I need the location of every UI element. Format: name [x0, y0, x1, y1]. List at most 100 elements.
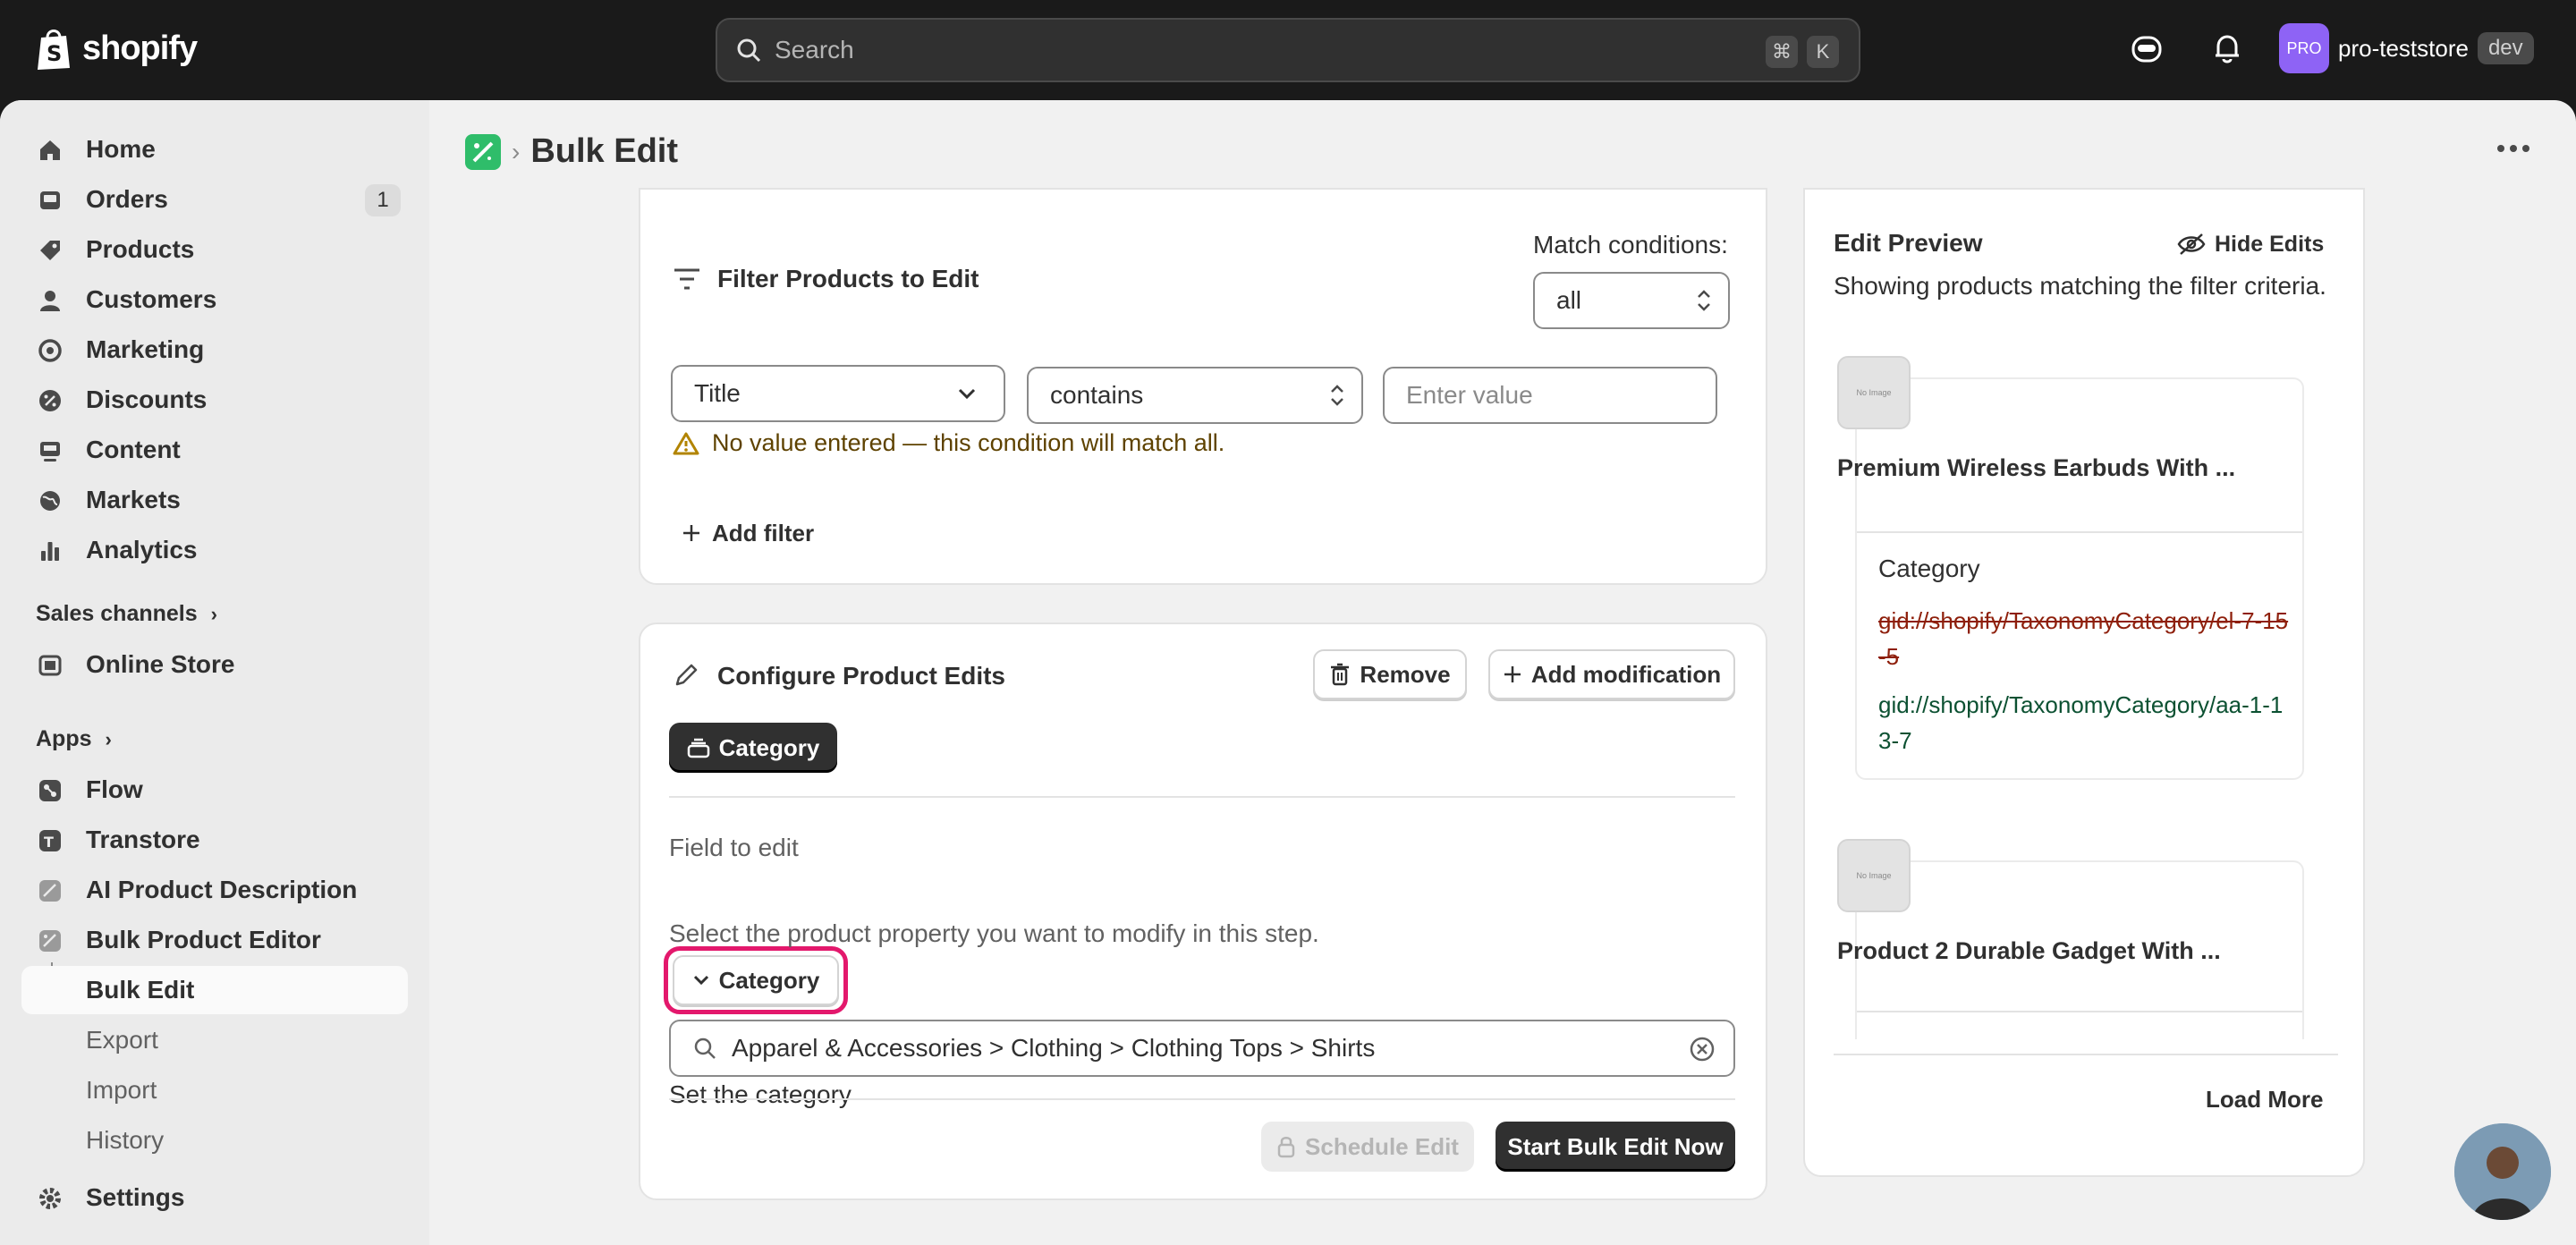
schedule-edit-button[interactable]: Schedule Edit [1261, 1122, 1474, 1172]
target-icon [38, 339, 62, 362]
start-bulk-edit-label: Start Bulk Edit Now [1507, 1132, 1724, 1160]
sidebar-item-bulk-product-editor[interactable]: Bulk Product Editor [21, 916, 408, 964]
sidebar-item-import[interactable]: Import [21, 1066, 408, 1114]
sidebar-item-online-store[interactable]: Online Store [21, 640, 408, 689]
category-step-tab[interactable]: Category [669, 723, 837, 773]
sidebar-item-transtore[interactable]: T Transtore [21, 816, 408, 864]
edit-preview-title: Edit Preview [1834, 229, 1983, 257]
search-bar[interactable]: Search ⌘ K [716, 18, 1860, 82]
store-name: pro-teststore [2338, 34, 2469, 62]
sidebar-item-markets[interactable]: Markets [21, 476, 408, 524]
hide-edits-label: Hide Edits [2215, 231, 2325, 257]
sidebar-item-customers[interactable]: Customers [21, 275, 408, 324]
chevron-right-icon: › [210, 603, 217, 625]
remove-label: Remove [1360, 660, 1451, 688]
search-icon [737, 38, 761, 63]
sidebar-item-products[interactable]: Products [21, 225, 408, 274]
warning-icon [673, 432, 699, 454]
sidebar-item-discounts[interactable]: Discounts [21, 376, 408, 424]
start-bulk-edit-button[interactable]: Start Bulk Edit Now [1496, 1122, 1735, 1172]
sidebar-item-settings[interactable]: Settings [21, 1173, 408, 1222]
orders-count-badge: 1 [365, 184, 401, 216]
ai-description-icon [39, 880, 61, 902]
sales-channels-heading[interactable]: Sales channels › [36, 601, 217, 627]
sidebar-item-export[interactable]: Export [21, 1016, 408, 1064]
apps-heading[interactable]: Apps › [36, 726, 112, 752]
search-placeholder: Search [775, 36, 854, 64]
old-value: gid://shopify/TaxonomyCategory/el-7-15-5 [1878, 607, 2289, 670]
chevron-down-icon [693, 975, 708, 986]
filter-card-title: Filter Products to Edit [717, 265, 979, 292]
bell-icon[interactable] [2209, 30, 2245, 66]
field-to-edit-value: Category [718, 966, 820, 994]
load-more-button[interactable]: Load More [2206, 1086, 2323, 1114]
sidebar-item-label: Analytics [86, 536, 198, 563]
sidebar-item-label: Markets [86, 486, 181, 513]
sidebar-item-label: Import [86, 1076, 157, 1104]
bulk-edit-app-icon[interactable] [465, 133, 501, 170]
stack-icon [687, 738, 709, 758]
category-search-input[interactable]: Apparel & Accessories > Clothing > Cloth… [669, 1020, 1735, 1077]
changed-field-label: Category [1878, 555, 1980, 582]
clear-circle-icon[interactable] [1689, 1036, 1716, 1063]
orders-icon [40, 191, 60, 209]
product-card-divider [1857, 1011, 2302, 1012]
shopify-bag-icon: S [38, 30, 70, 70]
sidebar-item-label: History [86, 1126, 165, 1154]
hide-edits-button[interactable]: Hide Edits [2177, 222, 2324, 267]
store-menu[interactable]: PRO pro-teststore dev [2279, 23, 2534, 73]
support-chat-avatar[interactable] [2454, 1123, 2551, 1220]
svg-text:S: S [47, 41, 61, 66]
add-filter-button[interactable]: Add filter [673, 508, 823, 558]
filter-field-select[interactable]: Title [671, 365, 1005, 422]
configure-edits-card: Configure Product Edits Remove Add modif… [639, 622, 1767, 1200]
field-to-edit-label: Field to edit [669, 834, 799, 861]
sidebar-item-history[interactable]: History [21, 1116, 408, 1165]
admin-frame: Home Orders 1 Products Customers Marketi… [0, 100, 2576, 1245]
sidekick-icon[interactable] [2129, 30, 2165, 66]
sidebar-item-label: Discounts [86, 385, 208, 413]
sidebar-item-content[interactable]: Content [21, 426, 408, 474]
filter-value-input[interactable]: Enter value [1383, 367, 1717, 424]
sidebar-item-label: Content [86, 436, 181, 463]
edit-preview-subtitle: Showing products matching the filter cri… [1834, 272, 2326, 300]
sidebar-item-flow[interactable]: Flow [21, 766, 408, 814]
shortcut-k-key: K [1807, 36, 1839, 68]
sidebar-item-label: Customers [86, 285, 217, 313]
product-name[interactable]: Premium Wireless Earbuds With ... [1837, 454, 2235, 482]
sidebar-item-bulk-edit[interactable]: Bulk Edit [21, 966, 408, 1014]
sidebar-item-label: Products [86, 235, 195, 263]
bulk-editor-icon [39, 930, 61, 952]
sidebar-item-ai-product-description[interactable]: AI Product Description [21, 866, 408, 914]
field-to-edit-select[interactable]: Category [673, 955, 839, 1005]
filter-operator-value: contains [1050, 381, 1144, 409]
shopify-logo[interactable]: S shopify [34, 25, 198, 72]
sidebar-item-home[interactable]: Home [21, 125, 408, 174]
sidebar-item-orders[interactable]: Orders 1 [21, 175, 408, 224]
sidebar-item-label: Bulk Edit [86, 976, 195, 1004]
product-card-divider [1857, 531, 2302, 533]
content-icon [40, 442, 60, 462]
breadcrumb: › Bulk Edit [465, 132, 678, 171]
flow-icon [39, 780, 61, 801]
match-conditions-select[interactable]: all [1533, 272, 1730, 329]
product-name[interactable]: Product 2 Durable Gadget With ... [1837, 937, 2221, 965]
remove-button[interactable]: Remove [1313, 649, 1467, 699]
sidebar-item-label: Bulk Product Editor [86, 926, 321, 953]
sidebar-item-marketing[interactable]: Marketing [21, 326, 408, 374]
chevron-down-icon [958, 388, 976, 400]
add-filter-label: Add filter [712, 519, 815, 546]
add-modification-button[interactable]: Add modification [1488, 649, 1735, 699]
filter-operator-select[interactable]: contains [1027, 367, 1363, 424]
breadcrumb-chevron-icon: › [512, 137, 521, 165]
sidebar-item-label: Export [86, 1026, 158, 1054]
more-actions-icon[interactable] [2496, 143, 2531, 154]
filter-products-card: Filter Products to Edit Match conditions… [639, 188, 1767, 585]
search-icon [694, 1038, 716, 1059]
sidebar-item-label: Flow [86, 775, 143, 803]
dev-badge: dev [2477, 32, 2534, 64]
apps-label: Apps [36, 726, 92, 751]
shortcut-cmd-key: ⌘ [1766, 36, 1798, 68]
sidebar-item-analytics[interactable]: Analytics [21, 526, 408, 574]
sidebar: Home Orders 1 Products Customers Marketi… [0, 100, 429, 1245]
